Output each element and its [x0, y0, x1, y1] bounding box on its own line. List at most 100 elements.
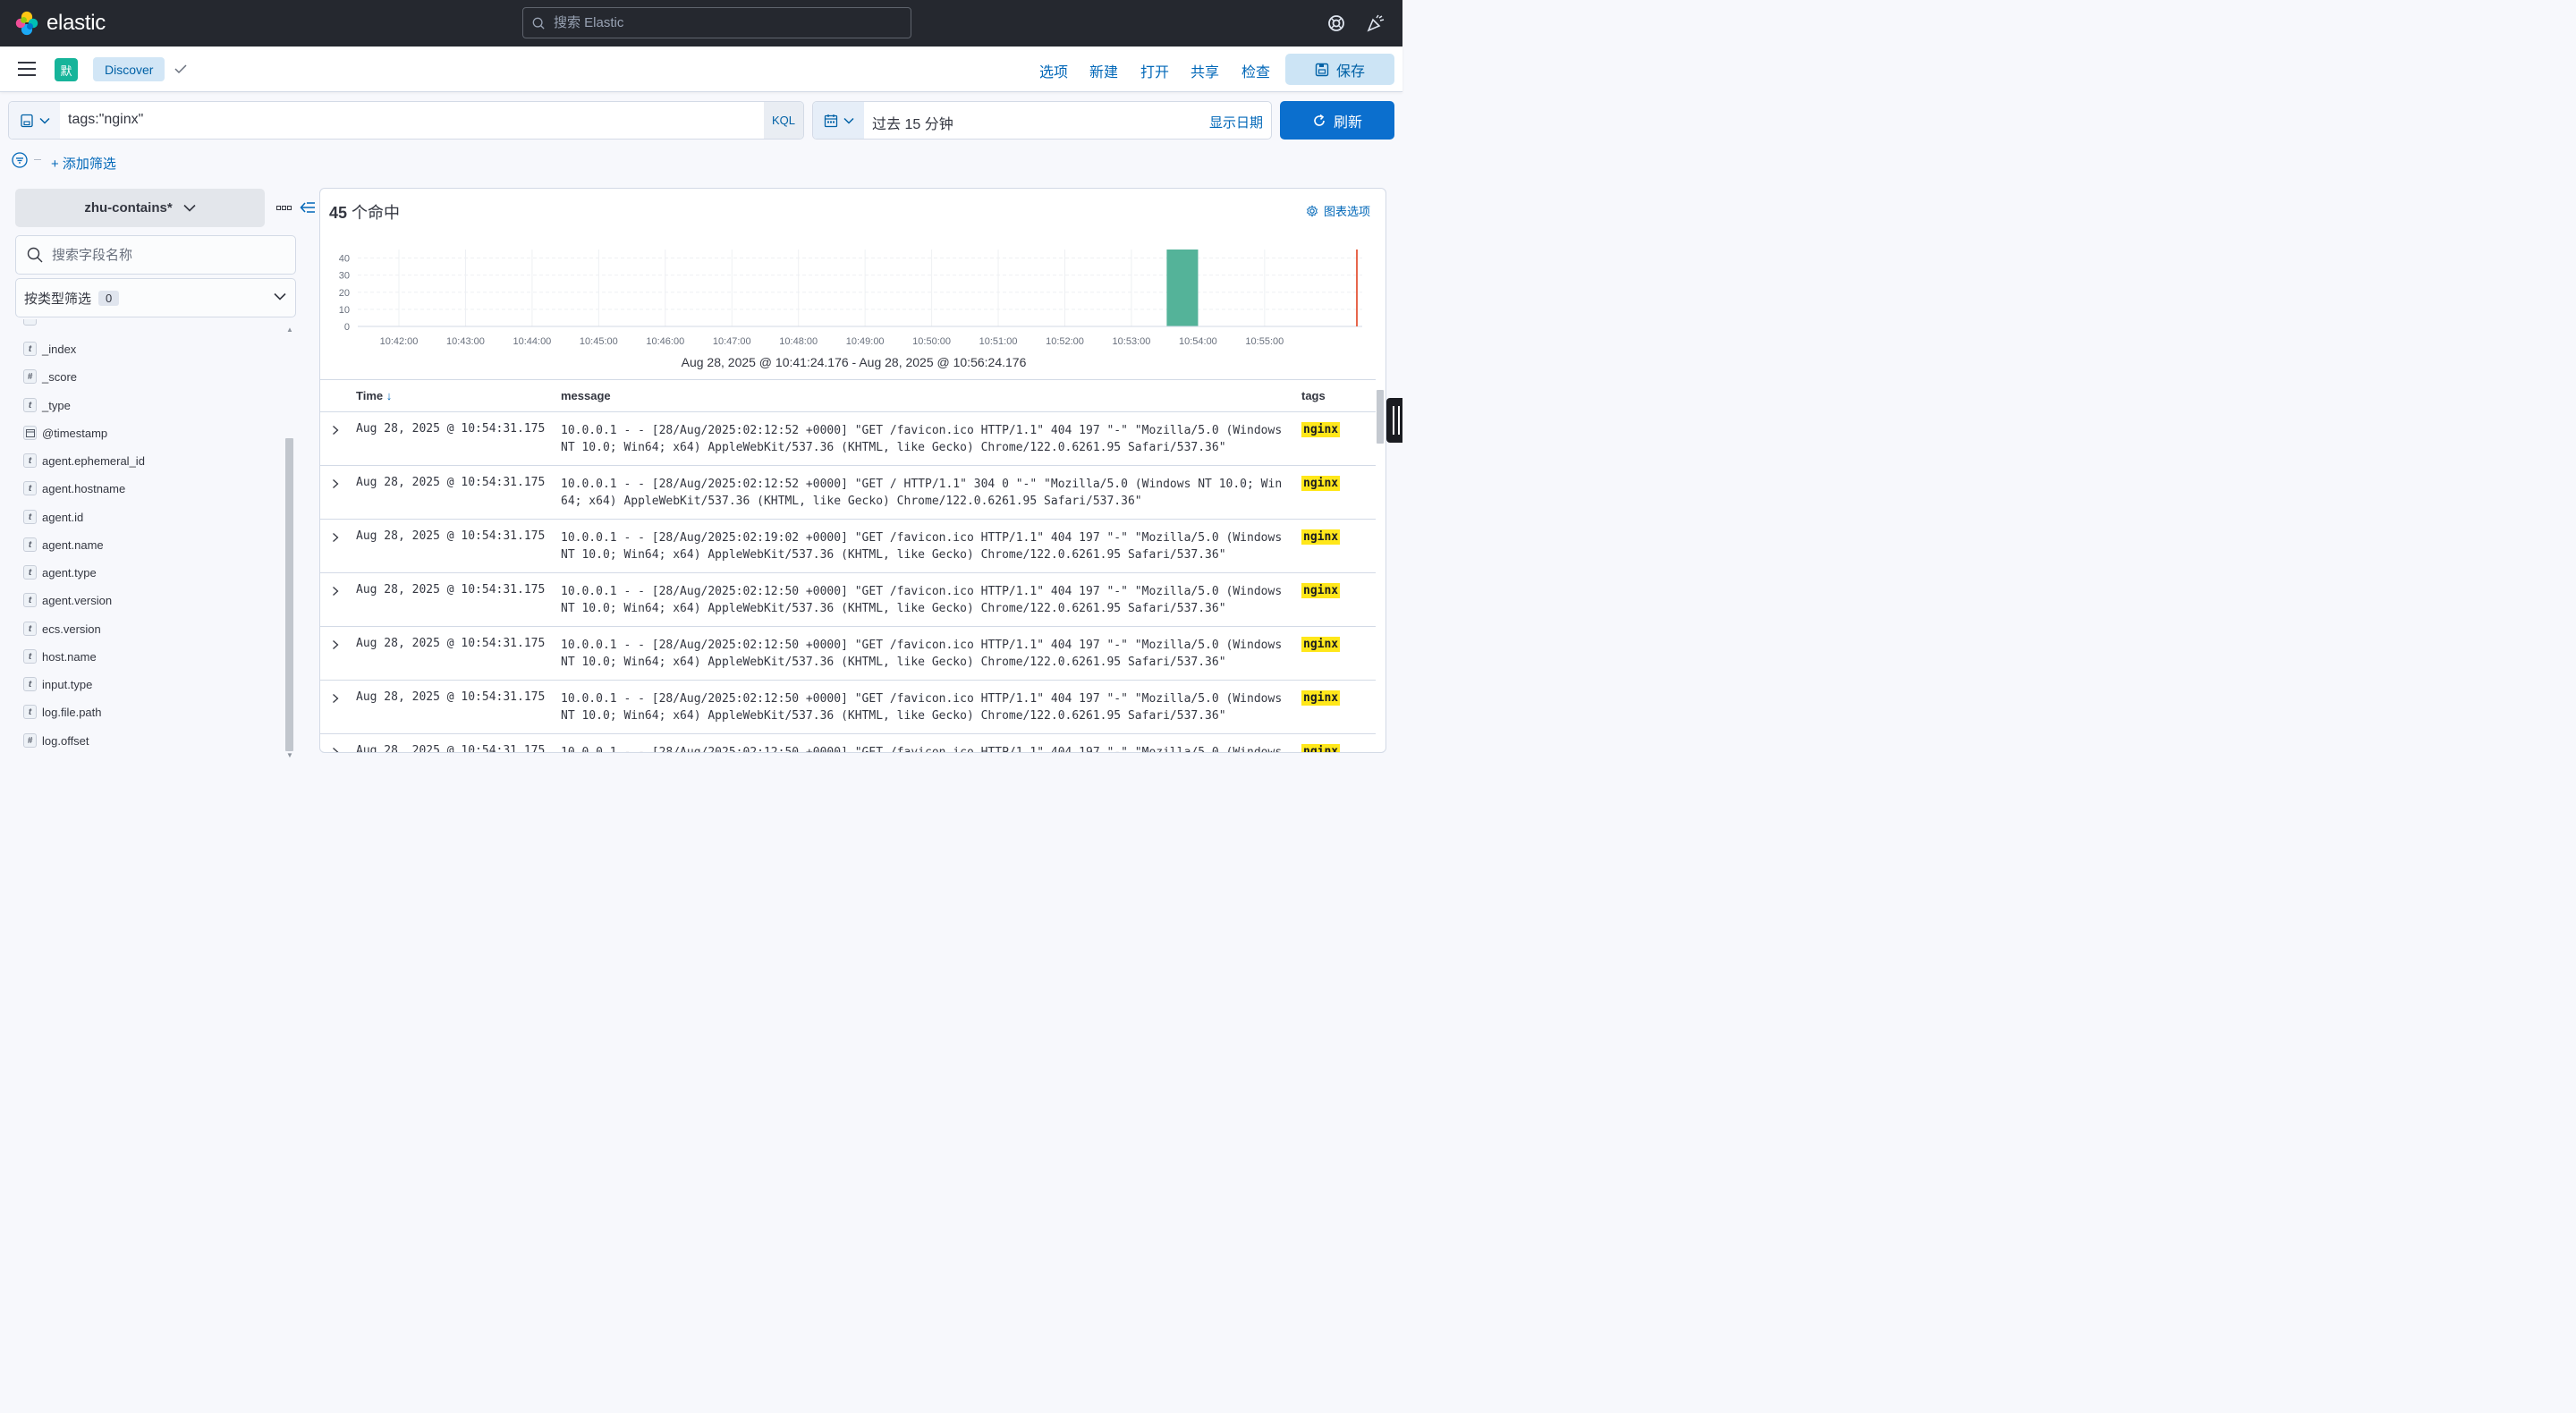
- table-row[interactable]: Aug 28, 2025 @ 10:54:31.175 10.0.0.1 - - …: [320, 520, 1376, 573]
- options-link[interactable]: 选项: [1039, 60, 1068, 81]
- table-row[interactable]: Aug 28, 2025 @ 10:54:31.175 10.0.0.1 - - …: [320, 466, 1376, 520]
- y-tick-label: 10: [339, 305, 350, 316]
- add-filter-button[interactable]: + 添加筛选: [51, 154, 116, 173]
- field-name: agent.ephemeral_id: [42, 453, 145, 468]
- string-type-icon: t: [23, 565, 37, 580]
- open-link[interactable]: 打开: [1140, 60, 1169, 81]
- query-bar[interactable]: tags:"nginx" KQL: [8, 101, 804, 140]
- table-row[interactable]: Aug 28, 2025 @ 10:54:31.175 10.0.0.1 - - …: [320, 627, 1376, 681]
- global-header: elastic: [0, 0, 1402, 47]
- results-panel: 45 个命中 图表选项 0 10 20 30 40 10:42:00 10:43:00 10:…: [319, 188, 1386, 753]
- help-icon[interactable]: [1326, 13, 1347, 34]
- field-item-partial: [23, 319, 42, 326]
- histogram-chart[interactable]: 0 10 20 30 40 10:42:00 10:43:00 10:44:00 10:45:0…: [320, 242, 1386, 350]
- type-filter-dropdown[interactable]: 按类型筛选 0: [15, 278, 296, 317]
- x-tick-label: 10:54:00: [1179, 336, 1217, 347]
- type-filter-label: 按类型筛选: [24, 291, 92, 307]
- chart-options-label: 图表选项: [1323, 205, 1370, 218]
- breadcrumb-discover[interactable]: Discover: [93, 57, 165, 81]
- chevron-right-icon[interactable]: [331, 425, 340, 436]
- kql-toggle[interactable]: KQL: [764, 102, 803, 139]
- table-row[interactable]: Aug 28, 2025 @ 10:54:31.175 10.0.0.1 - - …: [320, 573, 1376, 627]
- x-tick-label: 10:53:00: [1113, 336, 1151, 347]
- sort-arrow-icon[interactable]: ↓: [386, 389, 393, 402]
- save-button[interactable]: 保存: [1285, 54, 1394, 85]
- field-search-input[interactable]: [52, 247, 284, 263]
- collapse-sidebar-icon[interactable]: [300, 200, 316, 215]
- x-tick-label: 10:49:00: [846, 336, 885, 347]
- field-name: log.offset: [42, 733, 89, 748]
- filter-icon[interactable]: [12, 152, 28, 168]
- cell-tag: nginx: [1301, 529, 1341, 545]
- cell-message: 10.0.0.1 - - [28/Aug/2025:02:12:50 +0000…: [561, 585, 1283, 615]
- field-list[interactable]: t _index # _score t _type @timestamp t agent…: [15, 319, 284, 762]
- field-item[interactable]: t agent.version: [23, 591, 112, 609]
- chevron-right-icon[interactable]: [331, 586, 340, 597]
- string-type-icon: t: [23, 593, 37, 607]
- refresh-icon: [1314, 114, 1325, 126]
- inspect-link[interactable]: 检查: [1241, 60, 1270, 81]
- share-link[interactable]: 共享: [1191, 60, 1219, 81]
- field-search[interactable]: [15, 235, 296, 275]
- chevron-right-icon[interactable]: [331, 478, 340, 489]
- cell-time: Aug 28, 2025 @ 10:54:31.175: [356, 690, 546, 704]
- filter-divider: [34, 159, 41, 160]
- field-item[interactable]: t agent.id: [23, 508, 83, 526]
- menu-icon[interactable]: [18, 61, 36, 77]
- field-type-icon: [23, 319, 37, 326]
- field-item[interactable]: t ecs.version: [23, 620, 101, 638]
- column-header-tags[interactable]: tags: [1301, 389, 1326, 402]
- scroll-up-arrow[interactable]: ▲: [286, 326, 293, 334]
- show-dates-link[interactable]: 显示日期: [1209, 113, 1263, 131]
- field-item[interactable]: # _score: [23, 368, 77, 385]
- elastic-logo[interactable]: elastic: [14, 11, 106, 36]
- global-search-input[interactable]: [554, 15, 894, 30]
- cell-message: 10.0.0.1 - - [28/Aug/2025:02:12:50 +0000…: [561, 639, 1283, 669]
- query-input[interactable]: tags:"nginx": [68, 112, 143, 128]
- chart-options-button[interactable]: 图表选项: [1306, 202, 1370, 219]
- index-pattern-name: zhu-contains*: [84, 200, 173, 216]
- table-row[interactable]: Aug 28, 2025 @ 10:54:31.175 10.0.0.1 - - …: [320, 734, 1376, 753]
- field-name: log.file.path: [42, 705, 102, 719]
- index-pattern-picker[interactable]: zhu-contains*: [15, 189, 265, 227]
- logo-text: elastic: [47, 11, 106, 35]
- column-header-message[interactable]: message: [561, 389, 611, 402]
- field-item[interactable]: @timestamp: [23, 424, 107, 442]
- save-label: 保存: [1335, 63, 1365, 80]
- time-range-label[interactable]: 过去 15 分钟: [872, 112, 953, 133]
- table-scrollbar[interactable]: [1377, 390, 1384, 444]
- field-name: _type: [42, 398, 71, 412]
- column-header-time[interactable]: Time ↓: [356, 389, 392, 402]
- chevron-right-icon[interactable]: [331, 747, 340, 753]
- field-item[interactable]: t _type: [23, 396, 71, 414]
- space-avatar[interactable]: 默: [55, 58, 78, 81]
- more-options-icon[interactable]: [276, 206, 292, 211]
- newsfeed-icon[interactable]: [1365, 13, 1386, 34]
- field-item[interactable]: t log.file.path: [23, 703, 102, 721]
- chevron-right-icon[interactable]: [331, 693, 340, 704]
- resize-handle[interactable]: [1386, 398, 1402, 443]
- chevron-right-icon[interactable]: [331, 532, 340, 543]
- field-item[interactable]: t agent.name: [23, 536, 104, 554]
- table-row[interactable]: Aug 28, 2025 @ 10:54:31.175 10.0.0.1 - - …: [320, 681, 1376, 734]
- time-picker[interactable]: 过去 15 分钟 显示日期: [812, 101, 1272, 140]
- field-item[interactable]: t input.type: [23, 675, 92, 693]
- search-icon: [532, 17, 545, 30]
- field-item[interactable]: t agent.ephemeral_id: [23, 452, 145, 470]
- new-link[interactable]: 新建: [1089, 60, 1118, 81]
- field-item[interactable]: t agent.hostname: [23, 479, 125, 497]
- field-item[interactable]: t _index: [23, 340, 76, 358]
- save-icon: [1315, 63, 1329, 76]
- chevron-right-icon[interactable]: [331, 639, 340, 650]
- field-item[interactable]: t host.name: [23, 647, 97, 665]
- y-tick-label: 40: [339, 254, 350, 265]
- table-row[interactable]: Aug 28, 2025 @ 10:54:31.175 10.0.0.1 - - …: [320, 412, 1376, 466]
- field-item[interactable]: # log.offset: [23, 732, 89, 749]
- refresh-button[interactable]: 刷新: [1280, 101, 1394, 140]
- field-item[interactable]: t agent.type: [23, 563, 97, 581]
- scroll-down-arrow[interactable]: ▼: [286, 751, 293, 759]
- saved-query-button[interactable]: [9, 102, 60, 139]
- global-search[interactable]: [522, 7, 911, 38]
- sidebar-scrollbar[interactable]: [285, 438, 293, 751]
- quick-select-button[interactable]: [813, 102, 864, 139]
